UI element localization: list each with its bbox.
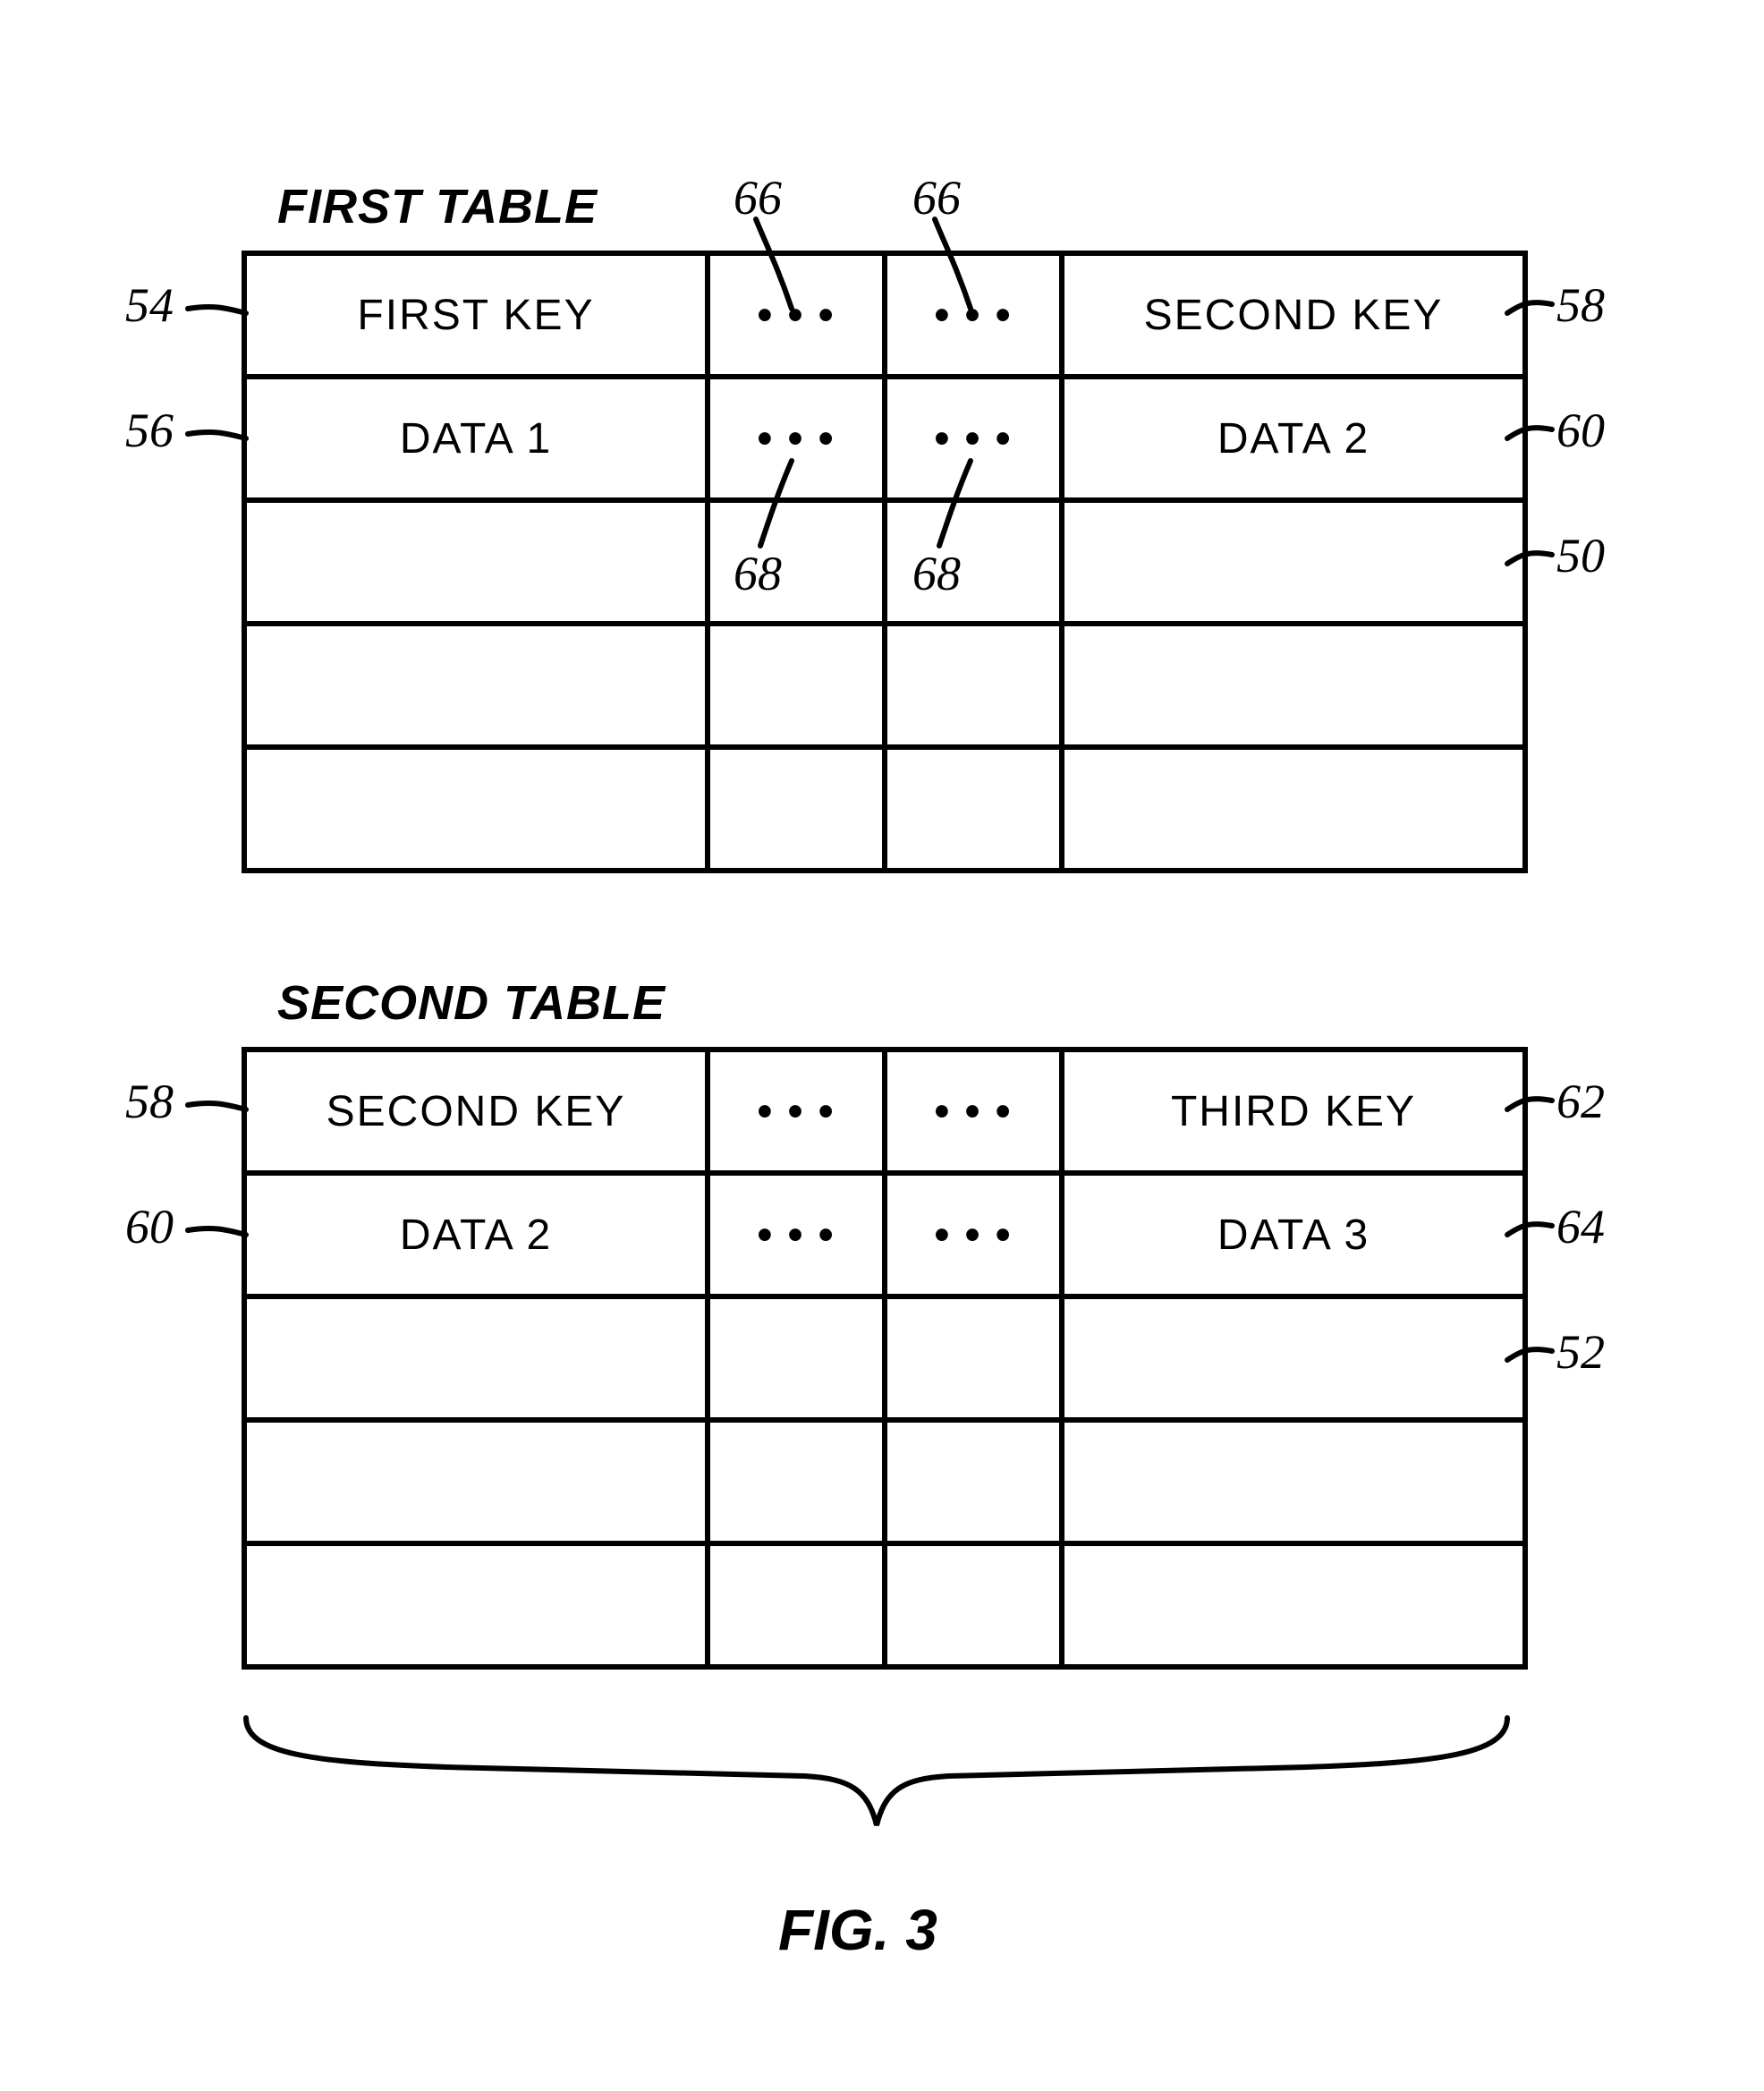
cell-empty <box>244 1543 708 1667</box>
cell-dots: • • • <box>708 1173 885 1296</box>
cell-empty <box>1062 1296 1525 1420</box>
cell-empty <box>244 1296 708 1420</box>
second-table-title: SECOND TABLE <box>277 975 666 1031</box>
cell-dots: • • • <box>708 1050 885 1173</box>
cell-empty <box>885 1543 1062 1667</box>
cell-empty <box>244 1420 708 1543</box>
ref-54: 54 <box>125 277 174 333</box>
first-table-title: FIRST TABLE <box>277 179 598 234</box>
table-row: DATA 1 • • • • • • DATA 2 <box>244 377 1525 500</box>
ref-64: 64 <box>1556 1199 1605 1254</box>
ref-58b: 58 <box>125 1074 174 1129</box>
ref-66a: 66 <box>734 170 782 225</box>
cell-empty <box>708 1543 885 1667</box>
table-row <box>244 624 1525 747</box>
table-row <box>244 1420 1525 1543</box>
cell-dots: • • • <box>708 377 885 500</box>
ref-62: 62 <box>1556 1074 1605 1129</box>
cell-second-key: SECOND KEY <box>244 1050 708 1173</box>
cell-data-2: DATA 2 <box>1062 377 1525 500</box>
cell-first-key: FIRST KEY <box>244 253 708 377</box>
cell-dots: • • • <box>885 253 1062 377</box>
cell-empty <box>708 1420 885 1543</box>
ref-56: 56 <box>125 403 174 458</box>
cell-empty <box>1062 747 1525 871</box>
table-row: SECOND KEY • • • • • • THIRD KEY <box>244 1050 1525 1173</box>
cell-dots: • • • <box>885 377 1062 500</box>
cell-empty <box>1062 1543 1525 1667</box>
cell-dots: • • • <box>885 1050 1062 1173</box>
cell-empty <box>885 747 1062 871</box>
cell-data-2: DATA 2 <box>244 1173 708 1296</box>
ref-68a: 68 <box>734 546 782 601</box>
cell-data-3: DATA 3 <box>1062 1173 1525 1296</box>
ref-66b: 66 <box>912 170 961 225</box>
table-row: DATA 2 • • • • • • DATA 3 <box>244 1173 1525 1296</box>
cell-third-key: THIRD KEY <box>1062 1050 1525 1173</box>
cell-empty <box>885 1420 1062 1543</box>
cell-empty <box>244 500 708 624</box>
table-row <box>244 500 1525 624</box>
cell-empty <box>244 747 708 871</box>
cell-empty <box>708 1296 885 1420</box>
cell-dots: • • • <box>885 1173 1062 1296</box>
table-row <box>244 747 1525 871</box>
table-row <box>244 1543 1525 1667</box>
ref-60b: 60 <box>125 1199 174 1254</box>
first-table: FIRST KEY • • • • • • SECOND KEY DATA 1 … <box>242 251 1528 873</box>
cell-empty <box>1062 500 1525 624</box>
second-table: SECOND KEY • • • • • • THIRD KEY DATA 2 … <box>242 1047 1528 1670</box>
table-row <box>244 1296 1525 1420</box>
cell-empty <box>1062 1420 1525 1543</box>
cell-empty <box>244 624 708 747</box>
cell-empty <box>885 624 1062 747</box>
table-row: FIRST KEY • • • • • • SECOND KEY <box>244 253 1525 377</box>
ref-50: 50 <box>1556 528 1605 583</box>
cell-data-1: DATA 1 <box>244 377 708 500</box>
ref-68b: 68 <box>912 546 961 601</box>
cell-second-key: SECOND KEY <box>1062 253 1525 377</box>
cell-dots: • • • <box>708 253 885 377</box>
cell-empty <box>708 747 885 871</box>
ref-60a: 60 <box>1556 403 1605 458</box>
figure-label: FIG. 3 <box>778 1897 937 1963</box>
page: FIRST TABLE FIRST KEY • • • • • • SECOND… <box>0 0 1764 2091</box>
ref-58a: 58 <box>1556 277 1605 333</box>
cell-empty <box>1062 624 1525 747</box>
cell-empty <box>885 500 1062 624</box>
ref-52: 52 <box>1556 1324 1605 1380</box>
cell-empty <box>885 1296 1062 1420</box>
cell-empty <box>708 624 885 747</box>
